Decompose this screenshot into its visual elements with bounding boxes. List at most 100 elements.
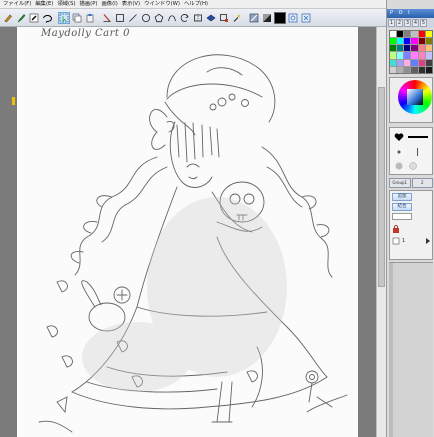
palette-color-9[interactable] (411, 38, 418, 45)
layer-lock-icon[interactable] (392, 225, 400, 233)
palette-color-17[interactable] (425, 45, 432, 52)
palette-color-13[interactable] (397, 45, 404, 52)
palette-color-8[interactable] (404, 38, 411, 45)
menu-help[interactable]: ヘルプ(H) (182, 0, 210, 8)
palette-color-27[interactable] (411, 59, 418, 66)
vertical-scrollbar[interactable] (376, 27, 386, 437)
menu-file[interactable]: ファイル(F) (1, 0, 33, 8)
palette-color-4[interactable] (418, 31, 425, 38)
panel-tab-1[interactable]: 1 (388, 19, 395, 27)
palette-color-25[interactable] (397, 59, 404, 66)
paste-tool-icon[interactable] (84, 12, 96, 24)
palette-color-24[interactable] (390, 59, 397, 66)
palette-color-12[interactable] (390, 45, 397, 52)
palette-color-6[interactable] (390, 38, 397, 45)
select-tool-icon[interactable] (58, 11, 70, 24)
right-panel: P O I 1 2 3 4 5 Group1 2 追加 結合 1 (386, 0, 434, 437)
palette-color-30[interactable] (390, 66, 397, 73)
curve-tool-icon[interactable] (166, 12, 178, 24)
line-tool-icon[interactable] (101, 12, 113, 24)
palette-color-28[interactable] (418, 59, 425, 66)
menubar: ファイル(F) 編集(E) 領域(S) 描画(P) 画像(I) 表示(V) ウイ… (0, 0, 434, 9)
palette-color-11[interactable] (425, 38, 432, 45)
palette-color-20[interactable] (404, 52, 411, 59)
polygon-tool-icon[interactable] (153, 12, 165, 24)
rect-tool-icon[interactable] (114, 12, 126, 24)
menu-image[interactable]: 画像(I) (99, 0, 119, 8)
palette-color-32[interactable] (404, 66, 411, 73)
layer-tab-group1[interactable]: Group1 (389, 178, 411, 188)
pen-tool-icon[interactable] (2, 12, 14, 24)
drawing-canvas[interactable]: Maydolly Cart 0 (17, 27, 358, 437)
brush-tool-icon[interactable] (15, 12, 27, 24)
view-tool-icon[interactable] (287, 12, 299, 24)
palette-color-1[interactable] (397, 31, 404, 38)
palette-color-35[interactable] (425, 66, 432, 73)
palette-color-22[interactable] (418, 52, 425, 59)
palette-color-0[interactable] (390, 31, 397, 38)
palette-color-7[interactable] (397, 38, 404, 45)
palette-color-15[interactable] (411, 45, 418, 52)
scrollbar-thumb[interactable] (378, 87, 385, 287)
magic-wand-tool-icon[interactable] (231, 12, 243, 24)
palette-color-10[interactable] (418, 38, 425, 45)
ruler-marker (12, 97, 15, 105)
add-layer-button[interactable]: 追加 (392, 193, 412, 201)
palette-color-5[interactable] (425, 31, 432, 38)
brush-panel (389, 127, 433, 175)
zoom-tool-icon[interactable] (218, 12, 230, 24)
menu-draw[interactable]: 描画(P) (78, 0, 100, 8)
brush-size-line-icon[interactable] (408, 134, 428, 140)
layer-visibility-icon[interactable] (392, 237, 400, 245)
palette-color-26[interactable] (404, 59, 411, 66)
gradient-tool-icon[interactable] (248, 12, 260, 24)
menu-edit[interactable]: 編集(E) (33, 0, 55, 8)
palette-color-19[interactable] (397, 52, 404, 59)
palette-color-21[interactable] (411, 52, 418, 59)
palette-color-14[interactable] (404, 45, 411, 52)
paint-application: ファイル(F) 編集(E) 領域(S) 描画(P) 画像(I) 表示(V) ウイ… (0, 0, 434, 437)
layer-tabs: Group1 2 (389, 178, 433, 188)
menu-selection[interactable]: 領域(S) (55, 0, 77, 8)
rotate-tool-icon[interactable] (179, 12, 191, 24)
layer-arrow-icon[interactable] (424, 237, 432, 245)
merge-layer-button[interactable]: 結合 (392, 203, 412, 211)
palette-color-2[interactable] (404, 31, 411, 38)
copy-tool-icon[interactable] (71, 12, 83, 24)
palette-color-34[interactable] (418, 66, 425, 73)
panel-tabs: 1 2 3 4 5 (387, 18, 434, 28)
layer-list[interactable] (389, 262, 433, 437)
palette-color-23[interactable] (425, 52, 432, 59)
current-color-swatch[interactable] (274, 11, 286, 24)
menu-view[interactable]: 表示(V) (120, 0, 142, 8)
brush-thin-line-icon[interactable] (408, 148, 428, 156)
panel-tab-5[interactable]: 5 (420, 19, 427, 27)
ellipse-tool-icon[interactable] (140, 12, 152, 24)
layer-name-field[interactable] (392, 213, 412, 220)
palette-color-16[interactable] (418, 45, 425, 52)
brush-soft-icon[interactable] (394, 161, 404, 171)
flip-tool-icon[interactable] (192, 12, 204, 24)
layer-tab-2[interactable]: 2 (411, 178, 433, 188)
heart-brush-icon[interactable] (394, 132, 404, 142)
transform-tool-icon[interactable] (205, 12, 217, 24)
palette-color-29[interactable] (425, 59, 432, 66)
palette-color-3[interactable] (411, 31, 418, 38)
brush-blur-icon[interactable] (408, 161, 418, 171)
panel-tab-3[interactable]: 3 (404, 19, 411, 27)
palette-color-31[interactable] (397, 66, 404, 73)
lasso-tool-icon[interactable] (41, 12, 53, 24)
color-palette[interactable] (389, 30, 433, 74)
canvas-area[interactable]: Maydolly Cart 0 (0, 27, 386, 437)
menu-window[interactable]: ウインドウ(W) (142, 0, 182, 8)
fill-tool-icon[interactable] (28, 12, 40, 24)
slash-tool-icon[interactable] (127, 12, 139, 24)
panel-tab-2[interactable]: 2 (396, 19, 403, 27)
pattern-tool-icon[interactable] (261, 12, 273, 24)
saturation-square[interactable] (407, 89, 423, 105)
palette-color-33[interactable] (411, 66, 418, 73)
panel-tab-4[interactable]: 4 (412, 19, 419, 27)
brush-dot-icon[interactable] (394, 147, 404, 157)
palette-color-18[interactable] (390, 52, 397, 59)
view-tool-2-icon[interactable] (300, 12, 312, 24)
